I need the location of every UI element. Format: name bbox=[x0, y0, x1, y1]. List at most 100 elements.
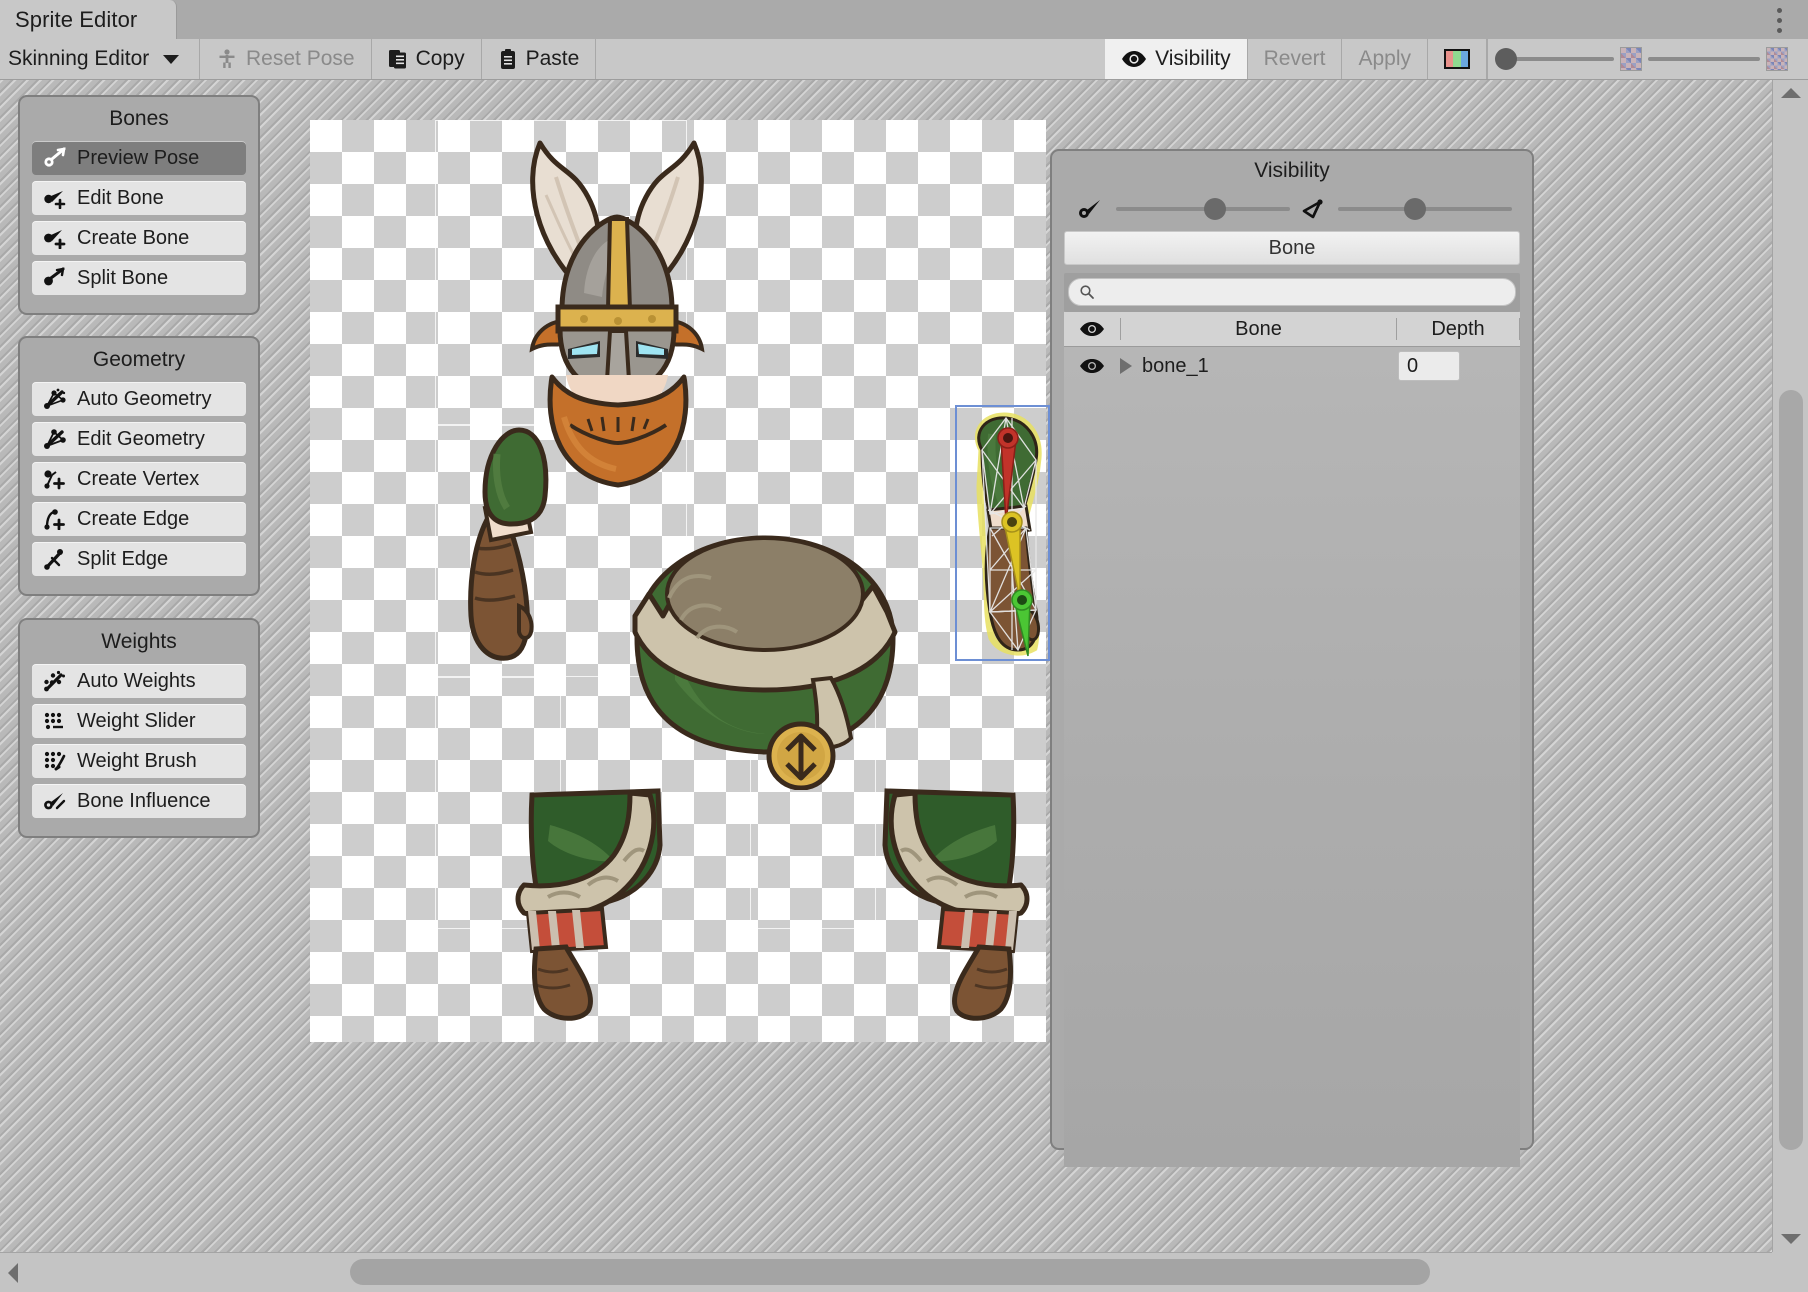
mesh-opacity-slider[interactable] bbox=[1338, 197, 1512, 221]
sprite-leg-right[interactable] bbox=[855, 785, 1035, 1035]
sprite-opacity-slider[interactable] bbox=[1502, 48, 1614, 70]
sprite-leg-left[interactable] bbox=[510, 785, 690, 1035]
mesh-opacity-icon bbox=[1300, 197, 1328, 221]
sprite-opacity-knob[interactable] bbox=[1495, 48, 1517, 70]
vertical-scrollbar[interactable] bbox=[1772, 80, 1808, 1252]
sprite-arm[interactable] bbox=[445, 420, 575, 670]
tool-weight-slider[interactable]: Weight Slider bbox=[32, 704, 246, 738]
visibility-search-box[interactable] bbox=[1068, 278, 1516, 306]
toolbar-spacer bbox=[596, 39, 1105, 79]
preview-pose-icon bbox=[42, 146, 68, 170]
row-expand-arrow-icon[interactable] bbox=[1120, 358, 1132, 374]
tool-split-bone-label: Split Bone bbox=[77, 268, 168, 288]
sprite-canvas[interactable] bbox=[310, 120, 1046, 1042]
checker-opacity-slider[interactable] bbox=[1648, 48, 1760, 70]
bone-opacity-slider[interactable] bbox=[1116, 197, 1290, 221]
sprite-editor-tab[interactable]: Sprite Editor bbox=[0, 0, 177, 39]
color-channel-button[interactable] bbox=[1428, 39, 1487, 79]
tool-auto-geometry-label: Auto Geometry bbox=[77, 389, 212, 409]
kebab-dot-1 bbox=[1777, 8, 1782, 13]
row-depth-input[interactable]: 0 bbox=[1398, 351, 1460, 381]
visibility-bone-tab[interactable]: Bone bbox=[1064, 231, 1520, 265]
tool-edit-bone-label: Edit Bone bbox=[77, 188, 164, 208]
vertical-scroll-thumb[interactable] bbox=[1779, 390, 1803, 1150]
edit-bone-icon bbox=[42, 186, 68, 210]
row-bone-name: bone_1 bbox=[1142, 355, 1398, 378]
edit-geometry-icon bbox=[42, 427, 68, 451]
tool-create-vertex[interactable]: Create Vertex bbox=[32, 462, 246, 496]
copy-label: Copy bbox=[416, 47, 465, 71]
paste-label: Paste bbox=[526, 47, 580, 71]
tool-bone-influence-label: Bone Influence bbox=[77, 791, 210, 811]
visibility-search-input[interactable] bbox=[1101, 281, 1497, 303]
visibility-search-wrap bbox=[1064, 273, 1520, 312]
kebab-menu-icon[interactable] bbox=[1766, 5, 1792, 35]
auto-geometry-icon bbox=[42, 387, 68, 411]
sprite-opacity-track bbox=[1502, 57, 1614, 61]
visibility-table-header: Bone Depth bbox=[1064, 312, 1520, 347]
scrollbar-corner bbox=[1772, 1252, 1808, 1292]
weights-panel: Weights Auto Weights bbox=[18, 618, 260, 838]
tool-edit-geometry[interactable]: Edit Geometry bbox=[32, 422, 246, 456]
eye-icon bbox=[1121, 50, 1147, 68]
bone-list-row[interactable]: bone_1 0 bbox=[1064, 347, 1520, 385]
editor-mode-dropdown[interactable]: Skinning Editor bbox=[0, 39, 200, 79]
bone-opacity-knob[interactable] bbox=[1204, 198, 1226, 220]
split-bone-icon bbox=[42, 266, 68, 290]
visibility-panel-title: Visibility bbox=[1052, 151, 1532, 189]
revert-button[interactable]: Revert bbox=[1248, 39, 1343, 79]
mesh-opacity-knob[interactable] bbox=[1404, 198, 1426, 220]
scroll-up-arrow-icon[interactable] bbox=[1781, 88, 1801, 98]
tool-preview-pose[interactable]: Preview Pose bbox=[32, 141, 246, 175]
visibility-sliders bbox=[1052, 189, 1532, 231]
tool-edit-bone[interactable]: Edit Bone bbox=[32, 181, 246, 215]
visibility-panel: Visibility bbox=[1050, 149, 1534, 1150]
scroll-left-arrow-icon[interactable] bbox=[8, 1263, 18, 1283]
apply-button[interactable]: Apply bbox=[1342, 39, 1428, 79]
rgb-swatch-icon bbox=[1444, 49, 1470, 69]
horizontal-scrollbar[interactable] bbox=[0, 1252, 1808, 1292]
horizontal-scroll-thumb[interactable] bbox=[350, 1259, 1430, 1285]
chevron-down-icon bbox=[163, 55, 179, 64]
tool-create-edge-label: Create Edge bbox=[77, 509, 189, 529]
bones-panel: Bones Preview Pose bbox=[18, 95, 260, 315]
copy-button[interactable]: Copy bbox=[372, 39, 482, 79]
header-bone-label[interactable]: Bone bbox=[1121, 318, 1396, 341]
header-depth-label[interactable]: Depth bbox=[1397, 318, 1519, 341]
tool-split-edge[interactable]: Split Edge bbox=[32, 542, 246, 576]
header-eye-icon[interactable] bbox=[1064, 321, 1120, 337]
scroll-down-arrow-icon[interactable] bbox=[1781, 1234, 1801, 1244]
tool-weight-brush[interactable]: Weight Brush bbox=[32, 744, 246, 778]
swatch-green bbox=[1453, 51, 1460, 67]
tool-preview-pose-label: Preview Pose bbox=[77, 148, 199, 168]
row-depth-cell: 0 bbox=[1398, 351, 1520, 381]
tool-create-edge[interactable]: Create Edge bbox=[32, 502, 246, 536]
tool-edit-geometry-label: Edit Geometry bbox=[77, 429, 205, 449]
visibility-toggle-button[interactable]: Visibility bbox=[1105, 39, 1247, 79]
weight-brush-icon bbox=[42, 749, 68, 773]
sprite-torso[interactable] bbox=[615, 520, 915, 790]
geometry-panel-title: Geometry bbox=[20, 344, 258, 382]
header-sep-3 bbox=[1519, 318, 1520, 340]
tool-bone-influence[interactable]: Bone Influence bbox=[32, 784, 246, 818]
visibility-bone-list[interactable]: bone_1 0 bbox=[1064, 347, 1520, 1167]
tool-split-bone[interactable]: Split Bone bbox=[32, 261, 246, 295]
tool-create-bone[interactable]: Create Bone bbox=[32, 221, 246, 255]
tool-create-bone-label: Create Bone bbox=[77, 228, 189, 248]
editor-body: Bones Preview Pose bbox=[0, 80, 1772, 1252]
row-eye-icon[interactable] bbox=[1064, 358, 1120, 374]
tool-weight-brush-label: Weight Brush bbox=[77, 751, 197, 771]
tool-auto-geometry[interactable]: Auto Geometry bbox=[32, 382, 246, 416]
geometry-panel: Geometry Auto Geometry bbox=[18, 336, 260, 596]
apply-label: Apply bbox=[1358, 47, 1411, 71]
bone-opacity-icon bbox=[1078, 197, 1106, 221]
opacity-sliders-group bbox=[1487, 39, 1808, 79]
main-toolbar: Skinning Editor Reset Pose bbox=[0, 39, 1808, 80]
sprite-editor-tab-label: Sprite Editor bbox=[0, 7, 137, 33]
reset-pose-button[interactable]: Reset Pose bbox=[200, 39, 372, 79]
tool-auto-weights[interactable]: Auto Weights bbox=[32, 664, 246, 698]
paste-button[interactable]: Paste bbox=[482, 39, 597, 79]
visibility-bone-tab-label: Bone bbox=[1269, 237, 1316, 260]
create-edge-icon bbox=[42, 507, 68, 531]
swatch-blue bbox=[1461, 51, 1468, 67]
